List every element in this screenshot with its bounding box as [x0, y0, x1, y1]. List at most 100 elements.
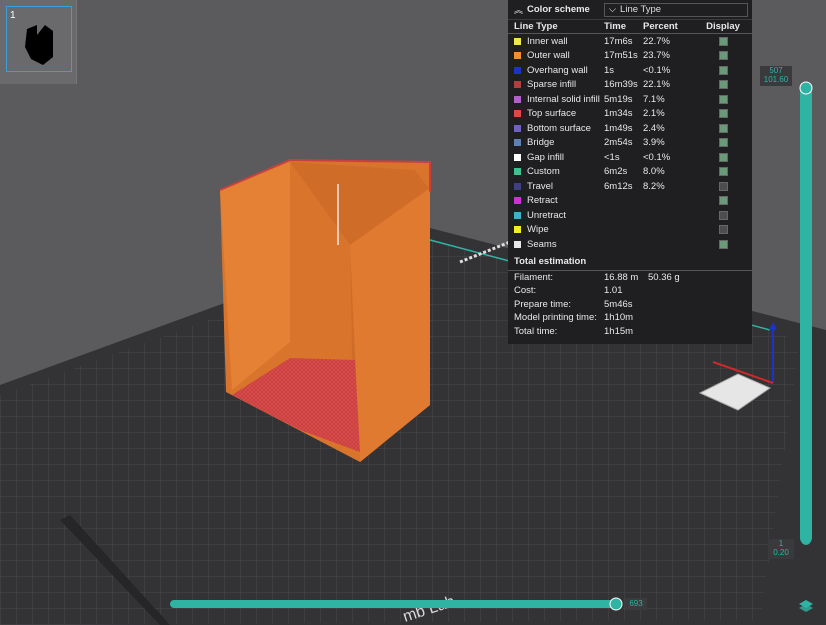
- line-type-name: Outer wall: [527, 50, 570, 62]
- plate-thumbnail[interactable]: 1: [0, 0, 77, 84]
- prepare-time-row: Prepare time: 5m46s: [508, 298, 752, 312]
- line-type-cell: Custom: [514, 166, 604, 177]
- prepare-value: 5m46s: [604, 298, 633, 310]
- move-slider-handle[interactable]: [609, 597, 623, 611]
- display-checkbox[interactable]: [718, 51, 728, 61]
- percent-cell: 23.7%: [643, 50, 670, 62]
- time-cell: 6m2s: [604, 166, 628, 178]
- color-swatch: [514, 81, 521, 89]
- display-checkbox[interactable]: [718, 152, 728, 162]
- time-cell: 5m19s: [604, 93, 633, 105]
- display-cell: [705, 196, 741, 206]
- display-cell: [705, 80, 741, 90]
- plate-number: 1: [10, 10, 16, 21]
- line-type-name: Retract: [527, 195, 558, 207]
- display-cell: [705, 181, 741, 191]
- color-swatch: [514, 168, 521, 176]
- color-swatch: [514, 52, 521, 60]
- line-type-cell: Outer wall: [514, 50, 604, 61]
- filament-row: Filament: 16.88 m 50.36 g: [508, 271, 752, 285]
- display-checkbox[interactable]: [718, 239, 728, 249]
- display-cell: [705, 51, 741, 61]
- move-slider-value: 693: [625, 598, 647, 610]
- color-swatch: [514, 139, 521, 147]
- display-cell: [705, 65, 741, 75]
- collapse-chevron-icon[interactable]: ︽: [514, 3, 523, 16]
- display-cell: [705, 94, 741, 104]
- display-checkbox[interactable]: [718, 167, 728, 177]
- line-type-cell: Top surface: [514, 108, 604, 119]
- time-cell: 1m34s: [604, 108, 633, 120]
- color-scheme-select[interactable]: ⌵ Line Type: [603, 2, 748, 17]
- prepare-label: Prepare time:: [514, 298, 572, 310]
- color-scheme-select-value: Line Type: [620, 4, 662, 15]
- display-checkbox[interactable]: [718, 80, 728, 90]
- cost-value: 1.01: [604, 285, 623, 297]
- move-slider-track[interactable]: [170, 600, 620, 608]
- layer-slider-track[interactable]: [800, 84, 812, 544]
- display-cell: [705, 36, 741, 46]
- legend-row: Custom 6m2s 8.0%: [508, 165, 752, 180]
- legend-row: Internal solid infill 5m19s 7.1%: [508, 92, 752, 107]
- display-cell: [705, 152, 741, 162]
- model-label: Model printing time:: [514, 312, 597, 324]
- total-value: 1h15m: [604, 325, 634, 337]
- percent-cell: 2.1%: [643, 108, 665, 120]
- time-cell: 6m12s: [604, 180, 633, 192]
- display-checkbox[interactable]: [718, 36, 728, 46]
- percent-cell: <0.1%: [643, 64, 671, 76]
- line-type-name: Seams: [527, 238, 557, 250]
- legend-row: Unretract: [508, 208, 752, 223]
- top-layer-height: 101.60: [763, 75, 789, 84]
- filament-weight: 50.36 g: [648, 271, 680, 283]
- display-checkbox[interactable]: [718, 210, 728, 220]
- display-checkbox[interactable]: [718, 196, 728, 206]
- legend-row: Sparse infill 16m39s 22.1%: [508, 78, 752, 93]
- cost-row: Cost: 1.01: [508, 284, 752, 298]
- legend-row: Gap infill <1s <0.1%: [508, 150, 752, 165]
- legend-row: Seams: [508, 237, 752, 252]
- line-type-cell: Unretract: [514, 210, 604, 221]
- line-type-name: Bottom surface: [527, 122, 591, 134]
- color-swatch: [514, 95, 521, 103]
- layer-slider-bottom-handle[interactable]: [801, 535, 811, 545]
- display-cell: [705, 123, 741, 133]
- color-swatch: [514, 211, 521, 219]
- display-checkbox[interactable]: [718, 225, 728, 235]
- percent-cell: 8.0%: [643, 166, 665, 178]
- color-swatch: [514, 110, 521, 118]
- filament-label: Filament:: [514, 271, 554, 283]
- display-cell: [705, 109, 741, 119]
- total-time-row: Total time: 1h15m: [508, 325, 752, 339]
- color-swatch: [514, 37, 521, 45]
- total-estimation-title: Total estimation: [508, 254, 752, 271]
- col-line-type: Line Type: [514, 21, 558, 32]
- display-checkbox[interactable]: [718, 123, 728, 133]
- line-type-name: Bridge: [527, 137, 555, 149]
- legend-row: Overhang wall 1s <0.1%: [508, 63, 752, 78]
- percent-cell: <0.1%: [643, 151, 671, 163]
- line-type-cell: Travel: [514, 181, 604, 192]
- legend-rows: Inner wall 17m6s 22.7% Outer wall 17m51s 23.7…: [508, 34, 752, 252]
- display-checkbox[interactable]: [718, 109, 728, 119]
- col-percent: Percent: [643, 21, 678, 32]
- line-type-cell: Bridge: [514, 137, 604, 148]
- display-checkbox[interactable]: [718, 181, 728, 191]
- percent-cell: 8.2%: [643, 180, 665, 192]
- percent-cell: 22.1%: [643, 79, 670, 91]
- model-value: 1h10m: [604, 312, 634, 324]
- line-type-cell: Wipe: [514, 224, 604, 235]
- legend-title: Color scheme: [527, 4, 590, 15]
- color-swatch: [514, 226, 521, 234]
- time-cell: 17m6s: [604, 35, 633, 47]
- display-checkbox[interactable]: [718, 138, 728, 148]
- display-checkbox[interactable]: [718, 65, 728, 75]
- color-swatch: [514, 153, 521, 161]
- legend-row: Inner wall 17m6s 22.7%: [508, 34, 752, 49]
- model-time-row: Model printing time: 1h10m: [508, 311, 752, 325]
- time-cell: 2m54s: [604, 137, 633, 149]
- color-swatch: [514, 197, 521, 205]
- display-checkbox[interactable]: [718, 94, 728, 104]
- col-time: Time: [604, 21, 627, 32]
- layer-slider-top-handle[interactable]: [799, 81, 813, 95]
